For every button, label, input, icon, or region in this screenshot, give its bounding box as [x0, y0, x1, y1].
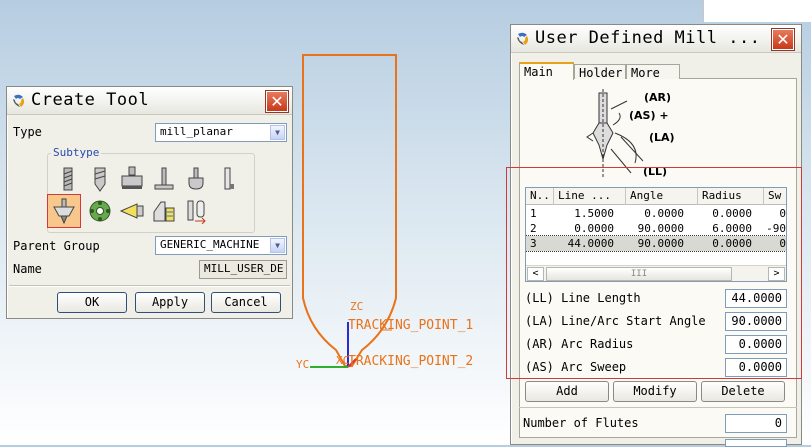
tracking-point-1-label: TRACKING_POINT_1 [348, 318, 474, 333]
t-cutter-icon[interactable] [151, 166, 177, 192]
diagram-label-as: (AS) + [629, 109, 669, 122]
user-defined-mill-icon[interactable] [51, 198, 77, 225]
flutes-input[interactable]: 0 [725, 414, 787, 433]
separator [519, 407, 797, 408]
barrel-icon[interactable] [215, 166, 241, 192]
tab-main[interactable]: Main [519, 62, 574, 80]
chevron-down-icon[interactable]: ▼ [270, 125, 285, 140]
diagram-label-la: (LA) [649, 131, 675, 144]
background-panel [703, 0, 811, 22]
close-button[interactable]: ✕ [771, 28, 795, 51]
name-label: Name [13, 262, 42, 276]
annotation-highlight-box [506, 167, 802, 379]
app-logo-icon [13, 94, 25, 107]
next-field-partial[interactable] [725, 439, 787, 447]
create-tool-dialog: Create Tool ✕ Type mill_planar ▼ Subtype [6, 86, 293, 319]
tool-change-icon[interactable] [183, 198, 209, 225]
udm-titlebar[interactable]: User Defined Mill ... ✕ [511, 25, 801, 53]
delete-button[interactable]: Delete [701, 381, 785, 402]
zc-label: ZC [350, 300, 364, 313]
parent-group-select[interactable]: GENERIC_MACHINE ▼ [155, 236, 287, 255]
close-button[interactable]: ✕ [265, 90, 289, 113]
ball-mill-icon[interactable] [183, 166, 209, 192]
tab-more[interactable]: More [626, 64, 680, 80]
holder-icon[interactable] [151, 198, 177, 224]
name-input[interactable]: MILL_USER_DE [199, 260, 287, 279]
subtype-label: Subtype [51, 146, 102, 159]
add-button[interactable]: Add [525, 381, 609, 402]
app-logo-icon [517, 32, 529, 45]
chevron-down-icon[interactable]: ▼ [270, 238, 285, 253]
parent-group-label: Parent Group [13, 239, 100, 253]
flutes-label: Number of Flutes [523, 416, 639, 430]
cancel-button[interactable]: Cancel [211, 292, 281, 313]
diagram-label-ar: (AR) [644, 91, 672, 104]
endmill-icon[interactable] [55, 166, 81, 192]
name-value: MILL_USER_DE [204, 262, 284, 275]
type-select[interactable]: mill_planar ▼ [155, 123, 287, 142]
tab-holder[interactable]: Holder [574, 64, 626, 80]
dialog-title: User Defined Mill ... [535, 28, 761, 48]
type-label: Type [13, 125, 42, 139]
ok-button[interactable]: OK [57, 292, 127, 313]
separator [9, 285, 290, 287]
drill-mill-icon[interactable] [87, 166, 113, 192]
thread-mill-icon[interactable] [87, 198, 113, 224]
apply-button[interactable]: Apply [135, 292, 205, 313]
type-value: mill_planar [160, 125, 233, 138]
dialog-title: Create Tool [31, 90, 150, 110]
modify-button[interactable]: Modify [613, 381, 697, 402]
chamfer-mill-icon[interactable] [119, 198, 145, 224]
tracking-point-2-label: TRACKING_POINT_2 [348, 354, 474, 369]
face-mill-icon[interactable] [119, 166, 145, 192]
yc-label: YC [296, 358, 310, 371]
create-tool-titlebar[interactable]: Create Tool ✕ [7, 87, 292, 115]
parent-group-value: GENERIC_MACHINE [160, 238, 260, 251]
